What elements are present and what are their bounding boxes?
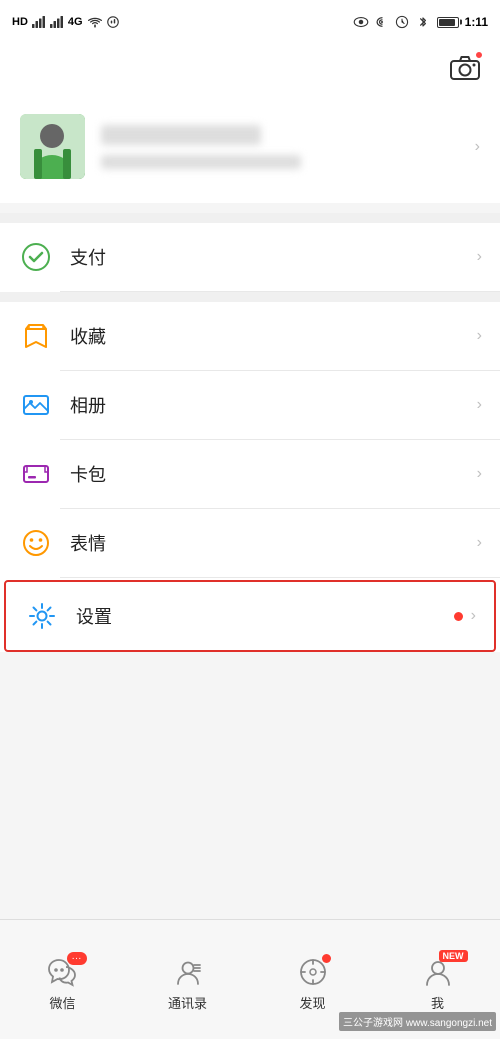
album-icon [18,387,54,423]
status-bar: HD 4G [0,0,500,44]
pay-label: 支付 [70,244,477,270]
menu-list: 支付 › 收藏 › [0,223,500,652]
section-divider [0,213,500,223]
discover-icon [297,956,329,988]
emoji-icon [18,525,54,561]
nfc-icon [375,15,389,29]
nav-item-wechat[interactable]: ··· 微信 [0,948,125,1012]
divider-5 [60,577,500,578]
menu-item-settings[interactable]: 设置 › [4,580,496,652]
collect-icon [18,318,54,354]
contacts-icon [172,956,204,988]
menu-item-collect[interactable]: 收藏 › [0,302,500,370]
avatar-image [20,114,85,179]
profile-info [101,125,459,169]
card-label: 卡包 [70,461,477,487]
profile-name-blurred [101,125,261,145]
collect-arrow: › [477,327,482,345]
nav-item-me[interactable]: NEW 我 [375,948,500,1012]
settings-label: 设置 [76,603,454,629]
wechat-chat-icon: ··· [47,956,79,988]
wifi-icon [87,16,103,28]
menu-item-emoji[interactable]: 表情 › [0,509,500,577]
me-icon: NEW [422,956,454,988]
clock-icon [395,15,409,29]
menu-item-pay[interactable]: 支付 › [0,223,500,291]
emoji-label: 表情 [70,530,477,556]
album-label: 相册 [70,392,477,418]
battery-icon [437,17,459,28]
signal2-icon [50,16,64,28]
settings-notification-dot [454,612,463,621]
signal-icon [32,16,46,28]
emoji-arrow: › [477,534,482,552]
camera-button[interactable] [450,54,480,85]
me-new-badge: NEW [439,950,468,962]
pay-icon [18,239,54,275]
contacts-nav-label: 通讯录 [168,993,207,1012]
avatar [20,114,85,179]
menu-item-card[interactable]: 卡包 › [0,440,500,508]
watermark: 三公子游戏网 www.sangongzi.net [339,1012,496,1031]
card-arrow: › [477,465,482,483]
pay-arrow: › [477,248,482,266]
card-icon [18,456,54,492]
wechat-nav-label: 微信 [49,993,75,1012]
wechat-badge: ··· [67,952,87,965]
avatar-person [20,114,85,179]
camera-area [0,44,500,94]
nav-item-discover[interactable]: 发现 [250,948,375,1012]
discover-notification-dot [322,954,331,963]
me-nav-label: 我 [431,993,444,1012]
collect-label: 收藏 [70,323,477,349]
profile-subtitle-blurred [101,155,301,169]
settings-arrow: › [471,607,476,625]
time-display: 1:11 [465,15,488,29]
section-divider-2 [0,292,500,302]
network-type: 4G [68,16,83,28]
discover-nav-label: 发现 [299,993,325,1012]
menu-item-album[interactable]: 相册 › [0,371,500,439]
status-right: 1:11 [353,15,488,29]
eye-icon [353,16,369,28]
signal-text: HD [12,16,28,28]
status-left: HD 4G [12,16,119,28]
album-arrow: › [477,396,482,414]
settings-icon [24,598,60,634]
profile-section[interactable]: › [0,94,500,203]
nav-item-contacts[interactable]: 通讯录 [125,948,250,1012]
bluetooth-icon [415,15,431,29]
main-content: › 支付 › [0,44,500,919]
message-notify-icon [107,16,119,28]
profile-arrow: › [475,138,480,156]
camera-notification-dot [475,51,483,59]
